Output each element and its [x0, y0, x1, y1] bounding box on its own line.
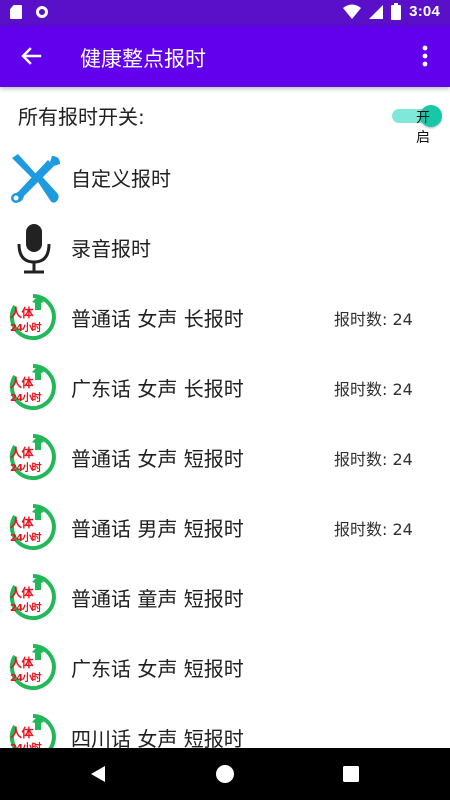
- battery-icon: [391, 3, 402, 20]
- body-clock-icon: 人体 24小时: [8, 572, 60, 624]
- triangle-back-icon: [91, 766, 105, 782]
- system-navigation-bar: [0, 748, 450, 800]
- list-item-voice[interactable]: 人体 24小时 广东话 女声 长报时 报时数: 24: [0, 352, 450, 422]
- cell-signal-icon: [369, 4, 384, 19]
- status-bar: 3:04: [0, 0, 450, 26]
- nav-home-button[interactable]: [195, 748, 255, 800]
- wifi-icon: [343, 4, 362, 19]
- body-clock-icon: 人体 24小时: [8, 642, 60, 694]
- list-item-label: 录音报时: [71, 237, 151, 261]
- microphone-icon: [8, 222, 60, 274]
- list-item-label: 普通话 男声 短报时: [71, 517, 244, 541]
- notification-ring-icon: [36, 6, 48, 18]
- count-label: 报时数: 24: [334, 450, 413, 469]
- list-item-voice[interactable]: 人体 24小时 普通话 童声 短报时: [0, 562, 450, 632]
- list-item-label: 广东话 女声 长报时: [71, 377, 244, 401]
- master-switch-toggle[interactable]: 开启: [392, 105, 442, 146]
- more-vert-icon: [422, 45, 428, 67]
- body-clock-icon: 人体 24小时: [8, 502, 60, 554]
- count-label: 报时数: 24: [334, 520, 413, 539]
- list-item-label: 普通话 女声 短报时: [71, 447, 244, 471]
- back-button[interactable]: [14, 39, 48, 73]
- list-item-custom[interactable]: 自定义报时: [0, 142, 450, 212]
- switch-state-text: 开启: [416, 110, 430, 146]
- app-bar: 健康整点报时: [0, 26, 450, 87]
- circle-home-icon: [216, 765, 234, 783]
- list-item-label: 普通话 女声 长报时: [71, 307, 244, 331]
- list-item-label: 自定义报时: [71, 167, 171, 191]
- master-switch-row: 所有报时开关: 开启: [0, 87, 450, 146]
- status-time: 3:04: [409, 3, 440, 20]
- count-label: 报时数: 24: [334, 380, 413, 399]
- square-recents-icon: [343, 766, 359, 782]
- nav-recents-button[interactable]: [321, 748, 381, 800]
- list-item-voice[interactable]: 人体 24小时 普通话 女声 长报时 报时数: 24: [0, 282, 450, 352]
- overflow-menu-button[interactable]: [410, 39, 440, 73]
- master-switch-label: 所有报时开关:: [18, 105, 145, 129]
- list-item-recording[interactable]: 录音报时: [0, 212, 450, 282]
- list-item-label: 广东话 女声 短报时: [71, 657, 244, 681]
- body-clock-icon: 人体 24小时: [8, 362, 60, 414]
- list-item-voice[interactable]: 人体 24小时 广东话 女声 短报时: [0, 632, 450, 702]
- list-item-label: 普通话 童声 短报时: [71, 587, 244, 611]
- sd-card-icon: [10, 5, 22, 19]
- list-item-voice[interactable]: 人体 24小时 普通话 女声 短报时 报时数: 24: [0, 422, 450, 492]
- tools-icon: [8, 152, 60, 204]
- arrow-back-icon: [21, 47, 42, 65]
- nav-back-button[interactable]: [68, 748, 128, 800]
- list-item-voice[interactable]: 人体 24小时 普通话 男声 短报时 报时数: 24: [0, 492, 450, 562]
- page-title: 健康整点报时: [80, 47, 206, 71]
- count-label: 报时数: 24: [334, 310, 413, 329]
- body-clock-icon: 人体 24小时: [8, 432, 60, 484]
- body-clock-icon: 人体 24小时: [8, 292, 60, 344]
